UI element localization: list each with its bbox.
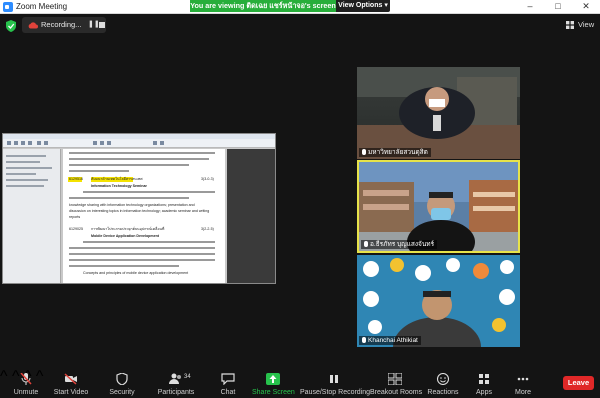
more-button[interactable]: More (508, 371, 538, 397)
breakout-rooms-icon (388, 373, 402, 385)
stop-icon[interactable] (99, 22, 105, 28)
microphone-muted-icon (20, 373, 32, 385)
apps-button[interactable]: Apps (470, 371, 498, 397)
security-button[interactable]: Security (104, 371, 140, 397)
course-english-title: Information Technology Seminar (91, 184, 147, 188)
sharing-banner: You are viewing ติดเฉย แชร์หน้าจอ's scre… (190, 0, 336, 12)
grid-view-icon (566, 21, 574, 29)
recording-label: Recording... (41, 20, 82, 29)
breakout-rooms-button[interactable]: Breakout Rooms (370, 371, 422, 397)
view-button[interactable]: View (566, 18, 596, 32)
video-tile[interactable]: Khanchai Athikiat (357, 255, 520, 347)
participant-name-tag: อ.ธีรภัทร บุญแสงจันทร์ (361, 240, 438, 249)
description-line: discussion on interesting topics in info… (69, 209, 210, 213)
course-code: 6129025 (69, 227, 83, 231)
participant-video (357, 67, 520, 159)
pause-stop-recording-button[interactable]: Pause/Stop Recording (300, 371, 370, 397)
participants-button[interactable]: 34 Participants (152, 371, 200, 397)
window-title: Zoom Meeting (16, 2, 68, 11)
zoom-window: Zoom Meeting – □ ✕ You are viewing ติดเฉ… (0, 0, 600, 398)
pause-icon[interactable]: ❚❚ (88, 21, 100, 29)
shared-screen[interactable]: 6129516 สัมมนาด้านเทคโนโลยีสารสนเทศ 3(3-… (2, 133, 276, 284)
bookmarks-pane (3, 149, 61, 283)
minimize-button[interactable]: – (516, 0, 544, 13)
microphone-icon (362, 149, 366, 156)
microphone-icon (362, 337, 366, 344)
more-icon (517, 377, 529, 381)
course-thai-title: สัมมนาด้านเทคโนโลยีสารสนเทศ (91, 177, 143, 181)
record-icon (330, 375, 338, 383)
security-shield-icon (116, 373, 128, 385)
description-line: reports (69, 215, 81, 219)
course-thai-title: การพัฒนาโปรแกรมประยุกต์บนอุปกรณ์เคลื่อนท… (91, 227, 165, 231)
microphone-icon (364, 241, 368, 248)
share-screen-button[interactable]: Share Screen (252, 371, 295, 397)
video-tile[interactable]: มหาวิทยาลัยสวนดุสิต (357, 67, 520, 159)
course-code: 6129516 (69, 177, 83, 181)
chat-icon (221, 373, 235, 385)
close-button[interactable]: ✕ (572, 0, 600, 13)
video-tile-active-speaker[interactable]: อ.ธีรภัทร บุญแสงจันทร์ (357, 160, 520, 253)
video-muted-icon (64, 373, 77, 385)
share-screen-icon (266, 373, 280, 385)
course-english-title: Mobile Device Application Development (91, 234, 159, 238)
description-line: Concepts and principles of mobile device… (83, 271, 189, 275)
shield-icon[interactable] (6, 20, 16, 32)
course-credits: 3(2-2-5) (201, 227, 214, 231)
zoom-logo-icon (3, 2, 13, 12)
participant-video (359, 162, 518, 251)
participant-name-tag: มหาวิทยาลัยสวนดุสิต (359, 148, 431, 157)
dark-side-pane (227, 149, 275, 283)
meeting-toolbar: Unmute ^ Start Video ^ Security 34 Parti… (0, 368, 600, 398)
recording-indicator: Recording... ❚❚ (22, 17, 106, 33)
leave-button[interactable]: Leave (563, 376, 594, 390)
document-page: 6129516 สัมมนาด้านเทคโนโลยีสารสนเทศ 3(3-… (63, 149, 225, 283)
participants-icon (169, 373, 181, 384)
participant-video (357, 255, 520, 347)
course-credits: 3(3-0-3) (201, 177, 214, 181)
description-line: knowledge sharing with information techn… (69, 203, 195, 207)
viewer-toolbar (3, 139, 275, 148)
view-options-button[interactable]: View Options ▾ (336, 0, 390, 12)
start-video-button[interactable]: Start Video (50, 371, 92, 397)
apps-icon (479, 374, 489, 384)
view-button-label: View (578, 20, 595, 29)
cloud-recording-icon (28, 22, 38, 29)
participants-count: 34 (184, 374, 191, 380)
unmute-button[interactable]: Unmute (6, 371, 46, 397)
reactions-button[interactable]: Reactions (426, 371, 460, 397)
participant-name-tag: Khanchai Athikiat (359, 336, 421, 345)
maximize-button[interactable]: □ (544, 0, 572, 13)
chat-button[interactable]: Chat (214, 371, 242, 397)
reactions-icon (436, 373, 450, 385)
